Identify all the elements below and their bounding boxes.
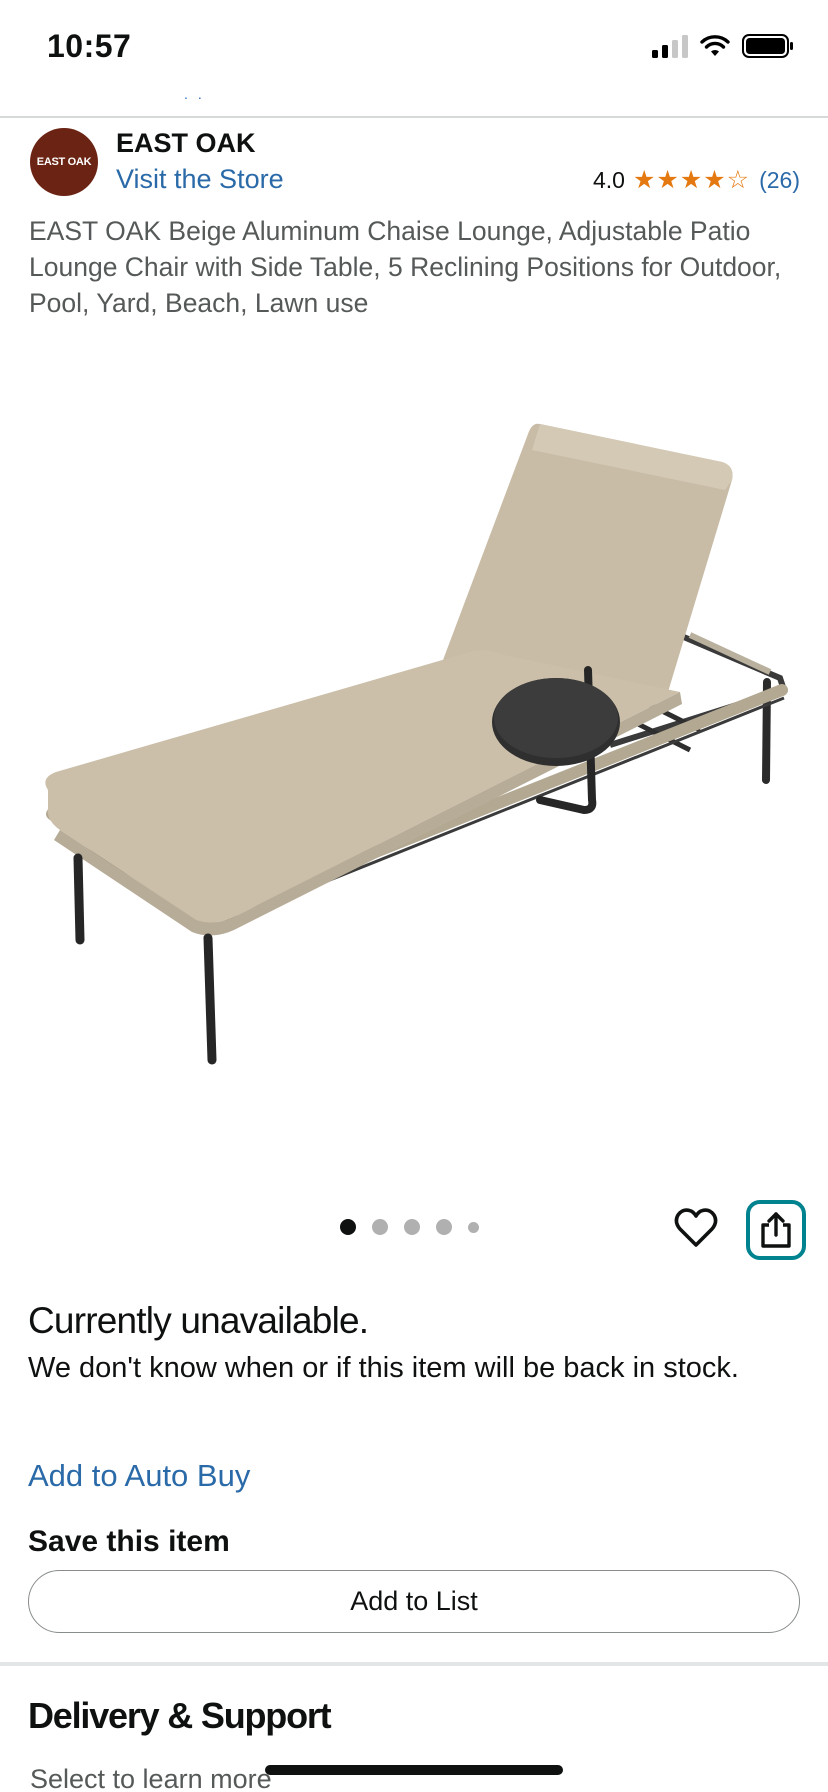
section-divider: [0, 1662, 828, 1666]
visit-store-link[interactable]: Visit the Store: [116, 164, 284, 195]
star-full-icon: ★: [656, 166, 679, 194]
delivery-support-heading[interactable]: Delivery & Support: [28, 1695, 332, 1737]
share-button[interactable]: [746, 1200, 806, 1260]
star-empty-icon: ☆: [726, 166, 750, 194]
availability-title: Currently unavailable.: [28, 1300, 369, 1341]
rating-value: 4.0: [593, 167, 625, 193]
top-divider: [0, 116, 828, 118]
product-image[interactable]: [0, 400, 828, 1080]
status-icons: [652, 34, 794, 58]
availability-message: We don't know when or if this item will …: [28, 1352, 739, 1384]
battery-icon: [742, 34, 794, 58]
rating-summary[interactable]: 4.0 ★ ★ ★ ★ ☆ (26): [593, 167, 800, 194]
star-rating: ★ ★ ★ ★ ☆: [633, 168, 749, 193]
carousel-dot[interactable]: [372, 1219, 388, 1235]
heart-icon[interactable]: [673, 1205, 719, 1251]
brand-logo-text: EAST OAK: [36, 156, 92, 168]
scrolled-content-edge: ..: [184, 86, 212, 102]
add-to-auto-buy-link[interactable]: Add to Auto Buy: [28, 1458, 250, 1494]
status-bar: 10:57 ..: [0, 0, 828, 102]
product-title: EAST OAK Beige Aluminum Chaise Lounge, A…: [29, 216, 782, 318]
carousel-dot[interactable]: [340, 1219, 356, 1235]
status-time: 10:57: [47, 28, 132, 64]
brand-name: EAST OAK: [116, 128, 256, 158]
star-full-icon: ★: [703, 166, 726, 194]
carousel-dot[interactable]: [404, 1219, 420, 1235]
rating-count: (26): [759, 167, 800, 193]
save-item-heading: Save this item: [28, 1525, 230, 1558]
home-indicator[interactable]: [265, 1765, 563, 1775]
star-full-icon: ★: [632, 166, 656, 194]
add-to-list-button[interactable]: Add to List: [28, 1570, 800, 1633]
delivery-support-subtitle[interactable]: Select to learn more: [30, 1764, 272, 1792]
carousel-dot[interactable]: [436, 1219, 452, 1235]
signal-icon: [652, 34, 688, 58]
wifi-icon: [700, 34, 730, 58]
brand-logo[interactable]: EAST OAK: [30, 128, 98, 196]
carousel-dot[interactable]: [468, 1221, 479, 1233]
share-icon: [761, 1212, 791, 1248]
image-carousel-dots[interactable]: [340, 1219, 479, 1235]
star-full-icon: ★: [679, 166, 703, 194]
